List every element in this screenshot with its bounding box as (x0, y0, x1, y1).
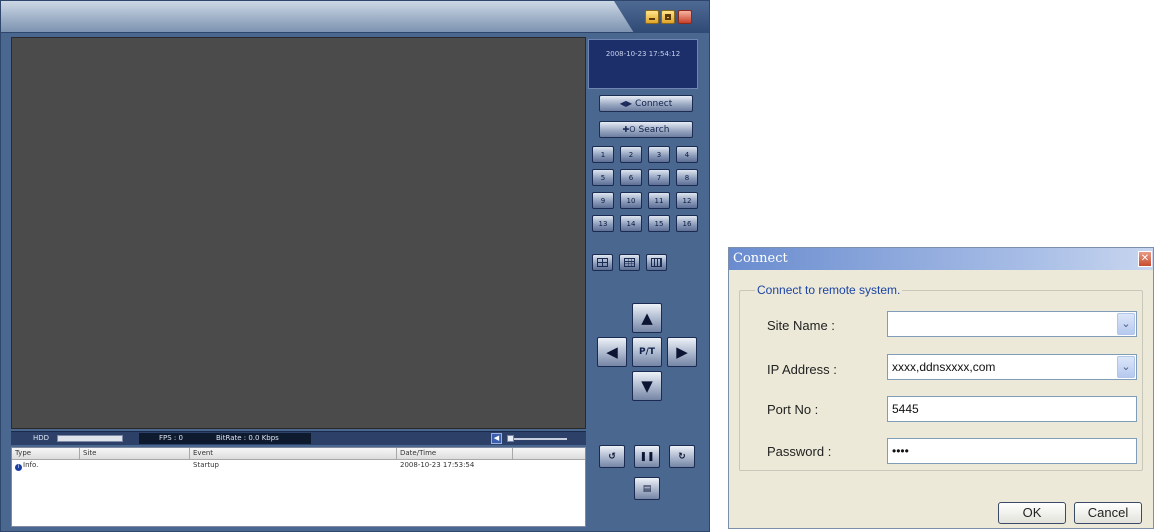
quad-layout-icon (597, 258, 608, 267)
port-no-field[interactable]: 5445 (887, 396, 1137, 422)
ptz-center-button[interactable]: P/T (632, 337, 662, 367)
nine-layout-icon (624, 258, 635, 267)
column-header-type[interactable]: Type (12, 448, 80, 459)
status-bar: HDD FPS : 0 BitRate : 0.0 Kbps ◀ (11, 431, 586, 445)
channel-button-12[interactable]: 12 (676, 192, 698, 209)
minimize-icon[interactable] (645, 10, 659, 24)
channel-button-11[interactable]: 11 (648, 192, 670, 209)
password-field[interactable]: •••• (887, 438, 1137, 464)
channel-button-16[interactable]: 16 (676, 215, 698, 232)
log-type-text: Info. (23, 461, 39, 469)
layout-buttons (592, 254, 667, 271)
chevron-down-icon[interactable]: ⌄ (1117, 356, 1135, 378)
site-name-label: Site Name : (767, 318, 835, 333)
group-label: Connect to remote system. (755, 283, 903, 297)
datetime-display: 2008-10-23 17:54:12 (605, 50, 681, 58)
quad-layout-button[interactable] (592, 254, 613, 271)
channel-button-15[interactable]: 15 (648, 215, 670, 232)
log-cell-datetime: 2008-10-23 17:53:54 (400, 461, 475, 469)
connect-button-label: Connect (635, 98, 673, 109)
close-icon[interactable]: ✕ (1138, 251, 1152, 267)
bitrate-readout: BitRate : 0.0 Kbps (216, 434, 279, 442)
dialog-title-bar[interactable]: Connect ✕ (729, 248, 1153, 270)
site-name-combo[interactable]: ⌄ (887, 311, 1137, 337)
info-icon: i (15, 464, 22, 471)
channel-button-2[interactable]: 2 (620, 146, 642, 163)
channel-button-1[interactable]: 1 (592, 146, 614, 163)
close-icon[interactable] (678, 10, 692, 24)
dvr-title-bar[interactable] (1, 1, 709, 33)
connect-button[interactable]: ◀▶ Connect (599, 95, 693, 112)
dvr-window: 2008-10-23 17:54:12 ◀▶ Connect ✚O Search… (0, 0, 710, 532)
rewind-icon[interactable]: ↺ (599, 445, 625, 468)
fps-readout: FPS : 0 (159, 434, 183, 442)
video-display[interactable] (11, 37, 586, 429)
log-cell-event: Startup (193, 461, 219, 469)
channel-button-6[interactable]: 6 (620, 169, 642, 186)
ip-address-value: xxxx,ddnsxxxx,com (892, 360, 996, 374)
ok-button[interactable]: OK (998, 502, 1066, 524)
channel-button-13[interactable]: 13 (592, 215, 614, 232)
ip-address-label: IP Address : (767, 362, 837, 377)
ip-address-combo[interactable]: xxxx,ddnsxxxx,com ⌄ (887, 354, 1137, 380)
channel-button-4[interactable]: 4 (676, 146, 698, 163)
cancel-button[interactable]: Cancel (1074, 502, 1142, 524)
nine-layout-button[interactable] (619, 254, 640, 271)
connect-dialog: Connect ✕ Connect to remote system. Site… (728, 247, 1154, 529)
volume-slider-thumb[interactable] (507, 435, 514, 442)
table-row[interactable]: i Info. Startup 2008-10-23 17:53:54 (12, 460, 585, 471)
volume-icon[interactable]: ◀ (491, 433, 502, 444)
maximize-icon[interactable] (661, 10, 675, 24)
arrow-left-icon[interactable]: ◀ (597, 337, 627, 367)
clock-panel: 2008-10-23 17:54:12 (588, 39, 698, 89)
save-icon[interactable]: ▤ (634, 477, 660, 500)
channel-button-3[interactable]: 3 (648, 146, 670, 163)
arrow-down-icon[interactable]: ▼ (632, 371, 662, 401)
sixteen-layout-icon (651, 258, 662, 267)
password-label: Password : (767, 444, 832, 459)
channel-button-7[interactable]: 7 (648, 169, 670, 186)
connect-icon: ◀▶ (619, 99, 633, 108)
volume-slider[interactable] (507, 438, 567, 440)
event-log-header: Type Site Event Date/Time (12, 448, 585, 460)
channel-button-8[interactable]: 8 (676, 169, 698, 186)
event-log: Type Site Event Date/Time i Info. Startup… (11, 447, 586, 527)
column-header-site[interactable]: Site (80, 448, 190, 459)
channel-button-10[interactable]: 10 (620, 192, 642, 209)
chevron-down-icon[interactable]: ⌄ (1117, 313, 1135, 335)
channel-grid: 1 2 3 4 5 6 7 8 9 10 11 12 13 14 15 16 (592, 146, 702, 232)
dialog-title: Connect (733, 251, 788, 266)
arrow-up-icon[interactable]: ▲ (632, 303, 662, 333)
search-button[interactable]: ✚O Search (599, 121, 693, 138)
sixteen-layout-button[interactable] (646, 254, 667, 271)
pause-icon[interactable]: ❚❚ (634, 445, 660, 468)
search-button-label: Search (638, 124, 670, 135)
log-cell-type: i Info. (12, 460, 80, 471)
channel-button-9[interactable]: 9 (592, 192, 614, 209)
hdd-usage-bar (57, 435, 123, 442)
forward-icon[interactable]: ↻ (669, 445, 695, 468)
search-icon: ✚O (622, 125, 636, 134)
port-no-label: Port No : (767, 402, 819, 417)
hdd-label: HDD (33, 434, 50, 442)
column-header-event[interactable]: Event (190, 448, 397, 459)
arrow-right-icon[interactable]: ▶ (667, 337, 697, 367)
log-cell-site (80, 460, 190, 471)
channel-button-5[interactable]: 5 (592, 169, 614, 186)
channel-button-14[interactable]: 14 (620, 215, 642, 232)
column-header-datetime[interactable]: Date/Time (397, 448, 513, 459)
